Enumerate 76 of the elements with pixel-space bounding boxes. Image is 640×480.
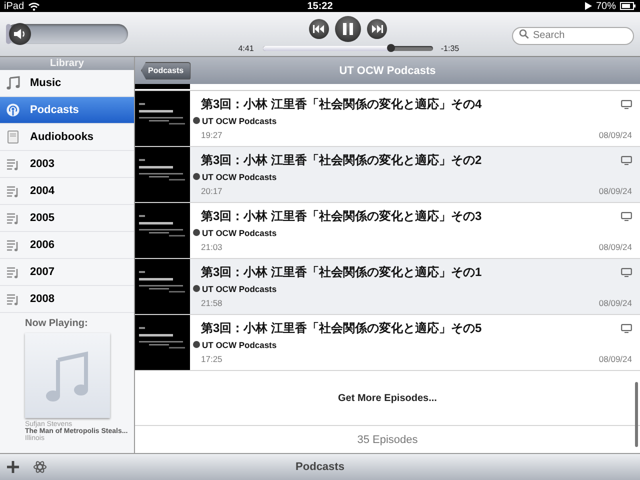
playlist-icon — [6, 292, 20, 306]
playlist-icon — [6, 265, 20, 279]
dot-icon — [193, 229, 200, 236]
episode-title: 第3回：小林 江里香「社会関係の変化と適応」その5 — [201, 320, 482, 336]
playlist-icon — [6, 211, 20, 225]
get-more-link[interactable]: Get More Episodes... — [338, 392, 437, 404]
channel-name: UT OCW Podcasts — [202, 228, 277, 238]
episode-duration: 20:17 — [201, 186, 222, 196]
now-playing-heading: Now Playing: — [25, 318, 89, 329]
search-icon — [519, 29, 529, 39]
episode-date: 08/09/24 — [598, 354, 632, 364]
previous-button[interactable] — [309, 18, 329, 38]
elapsed-time: 4:41 — [237, 44, 255, 52]
episode-date: 08/09/24 — [598, 298, 632, 308]
pause-icon — [343, 22, 353, 34]
bottom-title: Podcasts — [296, 461, 344, 473]
page-title: UT OCW Podcasts — [339, 64, 436, 76]
wifi-icon — [28, 2, 40, 11]
sidebar-item[interactable]: 2006 — [0, 232, 134, 259]
volume-slider[interactable] — [6, 24, 128, 44]
channel-name: UT OCW Podcasts — [202, 284, 277, 294]
next-button[interactable] — [367, 18, 387, 38]
screen-icon — [621, 100, 632, 108]
scroll-bar — [635, 382, 638, 447]
atom-icon[interactable] — [33, 460, 47, 474]
dot-icon — [193, 285, 200, 292]
pause-button[interactable] — [335, 16, 361, 42]
previous-icon — [313, 24, 325, 32]
battery-icon — [620, 2, 636, 10]
episode-date: 08/09/24 — [598, 242, 632, 252]
episode-duration: 17:25 — [201, 354, 222, 364]
play-icon — [584, 2, 592, 10]
episode-duration: 19:27 — [201, 130, 222, 140]
episode-title: 第3回：小林 江里香「社会関係の変化と適応」その4 — [201, 96, 482, 112]
screen-icon — [621, 156, 632, 164]
search-field[interactable]: Search — [512, 26, 634, 44]
add-icon[interactable] — [7, 461, 19, 473]
device-name: iPad — [4, 0, 24, 12]
sidebar-item[interactable]: Audiobooks — [0, 124, 134, 151]
speaker-icon[interactable] — [8, 23, 31, 45]
screen-icon — [621, 324, 632, 332]
sidebar-header: Library — [0, 57, 134, 70]
playlist-icon — [6, 184, 20, 198]
sidebar-item[interactable]: 2008 — [0, 286, 134, 313]
screen-icon — [621, 268, 632, 276]
playlist-icon — [6, 157, 20, 171]
channel-name: UT OCW Podcasts — [202, 340, 277, 350]
sidebar-item[interactable]: Podcasts — [0, 97, 134, 124]
channel-name: UT OCW Podcasts — [202, 116, 277, 126]
podcast-icon — [6, 103, 20, 117]
playlist-icon — [6, 238, 20, 252]
screen-icon — [621, 212, 632, 220]
book-icon — [6, 130, 20, 144]
episode-count: 35 Episodes — [357, 434, 418, 446]
episode-date: 08/09/24 — [598, 130, 632, 140]
battery-percent: 70% — [596, 0, 616, 12]
dot-icon — [193, 117, 200, 124]
progress-slider[interactable] — [263, 46, 433, 50]
sidebar-item[interactable]: 2003 — [0, 151, 134, 178]
sidebar-item[interactable]: 2007 — [0, 259, 134, 286]
episode-date: 08/09/24 — [598, 186, 632, 196]
channel-name: UT OCW Podcasts — [202, 172, 277, 182]
episode-duration: 21:03 — [201, 242, 222, 252]
clock: 15:22 — [307, 0, 333, 12]
episode-title: 第3回：小林 江里香「社会関係の変化と適応」その2 — [201, 152, 482, 168]
next-icon — [371, 24, 383, 32]
episode-duration: 21:58 — [201, 298, 222, 308]
episode-title: 第3回：小林 江里香「社会関係の変化と適応」その3 — [201, 208, 482, 224]
dot-icon — [193, 341, 200, 348]
sidebar-item[interactable]: 2004 — [0, 178, 134, 205]
back-button[interactable]: Podcasts — [141, 62, 191, 80]
dot-icon — [193, 173, 200, 180]
episode-title: 第3回：小林 江里香「社会関係の変化と適応」その1 — [201, 264, 482, 280]
sidebar-item[interactable]: 2005 — [0, 205, 134, 232]
music-note-icon — [6, 76, 20, 90]
remaining-time: -1:35 — [440, 44, 460, 52]
